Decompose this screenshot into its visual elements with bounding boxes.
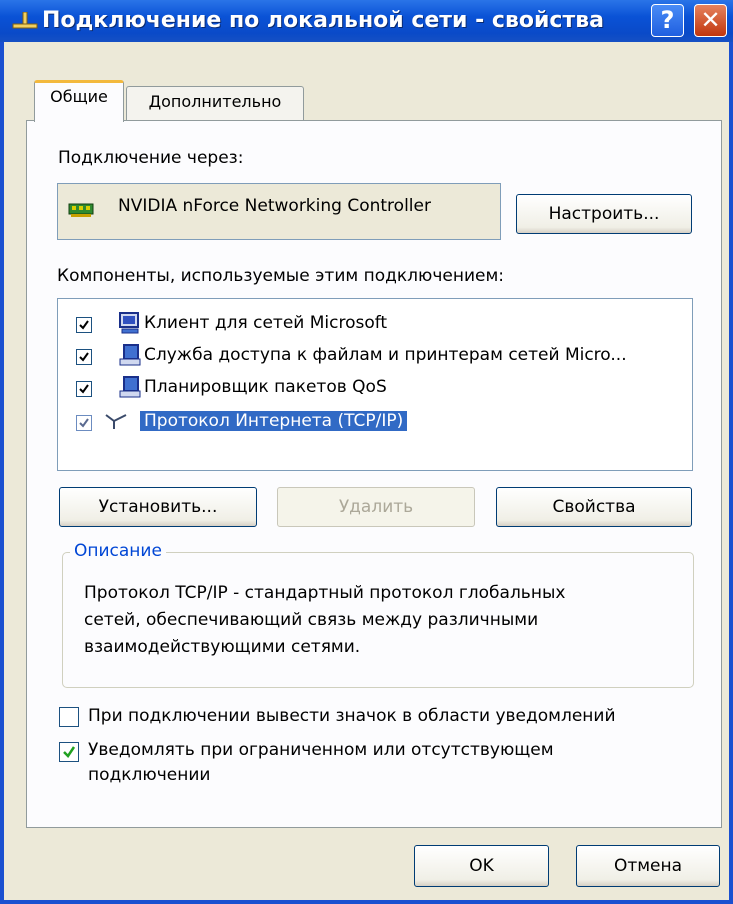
notify-checkbox[interactable] xyxy=(59,742,79,762)
help-button[interactable]: ? xyxy=(651,4,684,37)
configure-button[interactable]: Настроить... xyxy=(516,194,692,234)
tab-advanced[interactable]: Дополнительно xyxy=(126,86,304,120)
description-line: взаимодействующими сетями. xyxy=(84,637,361,657)
notify-label-line2[interactable]: подключении xyxy=(88,765,210,785)
component-label: Служба доступа к файлам и принтерам сете… xyxy=(144,345,627,365)
cancel-button[interactable]: Отмена xyxy=(576,845,720,887)
ok-button[interactable]: OK xyxy=(414,845,549,887)
remove-button[interactable]: Удалить xyxy=(277,487,475,527)
show-icon-label[interactable]: При подключении вывести значок в области… xyxy=(88,706,616,726)
description-line: Протокол TCP/IP - стандартный протокол г… xyxy=(84,583,566,603)
install-button[interactable]: Установить... xyxy=(59,487,257,527)
description-text: Протокол TCP/IP - стандартный протокол г… xyxy=(84,580,684,661)
window-title: Подключение по локальной сети - свойства xyxy=(42,8,604,33)
network-protocol-icon xyxy=(104,411,128,435)
list-item[interactable]: Планировщик пакетов QoS xyxy=(58,375,688,403)
list-item[interactable]: Служба доступа к файлам и принтерам сете… xyxy=(58,343,688,371)
adapter-name: NVIDIA nForce Networking Controller xyxy=(118,196,431,216)
component-checkbox[interactable] xyxy=(76,415,92,431)
network-service-icon xyxy=(118,343,142,367)
close-button[interactable]: ✕ xyxy=(694,4,727,37)
network-card-icon xyxy=(68,200,96,224)
components-label: Компоненты, используемые этим подключени… xyxy=(57,266,504,286)
network-service-icon xyxy=(118,375,142,399)
network-connection-icon xyxy=(12,11,38,32)
list-item[interactable]: Клиент для сетей Microsoft xyxy=(58,311,688,339)
component-checkbox[interactable] xyxy=(76,317,92,333)
tab-general[interactable]: Общие xyxy=(34,80,124,122)
component-checkbox[interactable] xyxy=(76,381,92,397)
network-client-icon xyxy=(118,311,142,335)
connect-via-label: Подключение через: xyxy=(58,148,244,168)
component-label: Планировщик пакетов QoS xyxy=(144,377,387,397)
component-checkbox[interactable] xyxy=(76,349,92,365)
component-label: Протокол Интернета (TCP/IP) xyxy=(140,411,408,431)
properties-button[interactable]: Свойства xyxy=(496,487,692,527)
components-list[interactable]: Клиент для сетей Microsoft Служба доступ… xyxy=(57,298,693,471)
description-line: сетей, обеспечивающий связь между различ… xyxy=(84,610,539,630)
list-item-selected[interactable]: Протокол Интернета (TCP/IP) xyxy=(58,409,688,437)
title-bar[interactable]: Подключение по локальной сети - свойства… xyxy=(0,0,733,42)
show-icon-checkbox[interactable] xyxy=(59,707,79,727)
description-title: Описание xyxy=(70,541,166,561)
notify-label-line1[interactable]: Уведомлять при ограниченном или отсутств… xyxy=(88,740,554,760)
adapter-field: NVIDIA nForce Networking Controller xyxy=(57,183,501,240)
component-label: Клиент для сетей Microsoft xyxy=(144,313,388,333)
properties-dialog: Подключение по локальной сети - свойства… xyxy=(0,0,733,904)
